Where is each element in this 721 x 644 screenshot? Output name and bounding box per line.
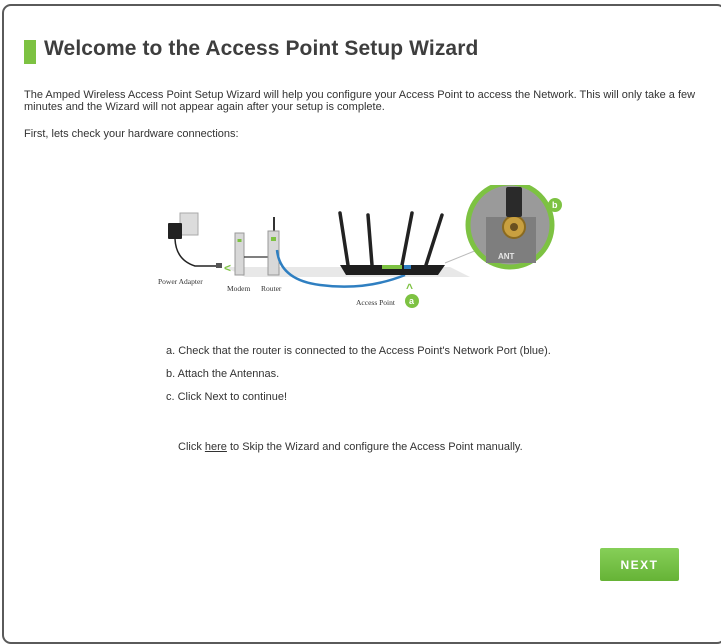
step-a: a. Check that the router is connected to… — [166, 345, 551, 357]
skip-wizard-link[interactable]: here — [205, 441, 227, 453]
intro-text: The Amped Wireless Access Point Setup Wi… — [24, 89, 696, 113]
next-button[interactable]: NEXT — [600, 548, 679, 581]
modem-arrow-icon: < — [224, 261, 231, 275]
router-label: Router — [261, 284, 282, 293]
step-c: c. Click Next to continue! — [166, 391, 288, 403]
hardware-check-text: First, lets check your hardware connecti… — [24, 128, 239, 140]
modem-icon — [234, 232, 245, 276]
ant-label: ANT — [498, 252, 515, 261]
page-title: Welcome to the Access Point Setup Wizard — [44, 37, 479, 60]
step-b: b. Attach the Antennas. — [166, 368, 280, 380]
title-accent-bar — [24, 40, 36, 64]
access-point-label: Access Point — [356, 298, 396, 307]
badge-b-label: b — [552, 200, 558, 210]
power-adapter-icon — [168, 212, 222, 268]
skip-prefix: Click — [178, 441, 205, 453]
skip-wizard-text: Click here to Skip the Wizard and config… — [178, 441, 523, 453]
access-point-icon — [338, 211, 445, 275]
router-icon — [267, 217, 280, 276]
skip-suffix: to Skip the Wizard and configure the Acc… — [226, 441, 523, 453]
hardware-connection-diagram: Power Adapter < Modem Router ANT b ^ Acc… — [158, 185, 562, 308]
access-point-arrow-icon: ^ — [406, 281, 413, 295]
power-adapter-label: Power Adapter — [158, 277, 203, 286]
modem-label: Modem — [227, 284, 250, 293]
